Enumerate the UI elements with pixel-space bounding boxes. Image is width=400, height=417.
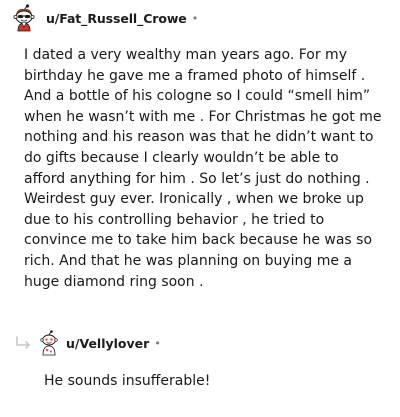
snoo-avatar-icon[interactable] [10, 4, 38, 32]
snoo-avatar-icon[interactable] [38, 330, 60, 356]
reply-arrow-icon [16, 336, 30, 349]
reply-username[interactable]: u/Vellylover [66, 336, 149, 351]
comment-header: u/Fat_Russell_Crowe • [10, 4, 198, 32]
reply-body: He sounds insufferable! [44, 373, 211, 389]
comment-username[interactable]: u/Fat_Russell_Crowe [46, 11, 187, 26]
separator-dot: • [154, 336, 161, 350]
comment-body: I dated a very wealthy man years ago. Fo… [24, 47, 382, 290]
separator-dot: • [191, 11, 199, 25]
reply-header: u/Vellylover • [38, 330, 161, 356]
